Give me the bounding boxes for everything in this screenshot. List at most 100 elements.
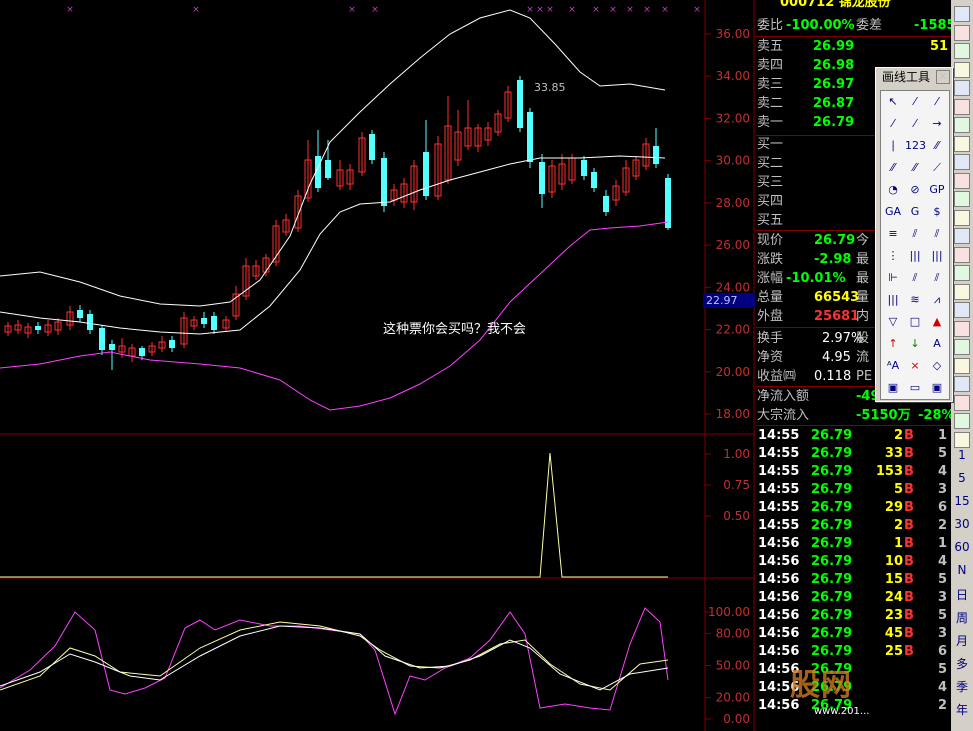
drawing-tool-icon[interactable]: ⁄⁄ bbox=[905, 159, 925, 177]
drawing-tool-icon[interactable]: ⁄ bbox=[883, 115, 903, 133]
drawing-tool-icon[interactable]: × bbox=[905, 357, 925, 375]
ask-label: 卖三 bbox=[757, 77, 784, 92]
drawing-tool-icon[interactable]: ⫽ bbox=[927, 225, 947, 243]
side-tool-icon[interactable] bbox=[954, 117, 970, 133]
drawing-tool-icon[interactable]: ≡ bbox=[883, 225, 903, 243]
drawing-tool-icon[interactable]: ↓ bbox=[905, 335, 925, 353]
period-tab[interactable]: 5 bbox=[951, 471, 973, 485]
side-tool-icon[interactable] bbox=[954, 80, 970, 96]
drawing-tool-icon[interactable]: ⟋ bbox=[927, 159, 947, 177]
drawing-tool-icon[interactable]: ⫽ bbox=[905, 269, 925, 287]
drawing-tool-icon[interactable]: ⫽ bbox=[927, 269, 947, 287]
side-tool-icon[interactable] bbox=[954, 135, 970, 152]
drawing-tool-icon[interactable]: ▣ bbox=[927, 379, 947, 397]
period-tab[interactable]: 月 bbox=[951, 632, 973, 649]
drawing-tool-icon[interactable]: □ bbox=[905, 313, 925, 331]
side-tool-icon[interactable] bbox=[954, 431, 970, 448]
drawing-tool-icon[interactable]: → bbox=[927, 115, 947, 133]
period-tab[interactable]: 周 bbox=[951, 609, 973, 626]
flow-pct: -28% bbox=[918, 408, 951, 423]
tick-flag: B bbox=[904, 428, 914, 443]
tick-price: 26.79 bbox=[811, 536, 853, 551]
period-tab[interactable]: 30 bbox=[951, 517, 973, 531]
side-tool-icon[interactable] bbox=[954, 43, 970, 59]
side-tool-icon[interactable] bbox=[954, 228, 970, 244]
drawing-tool-icon[interactable]: ↑ bbox=[883, 335, 903, 353]
drawing-tool-icon[interactable]: ⁄ bbox=[905, 93, 925, 111]
drawing-tool-icon[interactable]: ||| bbox=[883, 291, 903, 309]
drawing-tool-icon[interactable]: ⫽ bbox=[905, 225, 925, 243]
period-tab[interactable]: 15 bbox=[951, 494, 973, 508]
drawing-tool-icon[interactable]: A bbox=[927, 335, 947, 353]
axis-tick-label: 100.00 bbox=[708, 605, 750, 619]
drawing-tool-icon[interactable]: ⁄ bbox=[927, 93, 947, 111]
period-tab[interactable]: 季 bbox=[951, 678, 973, 695]
kline-chart[interactable]: 36.0034.0032.0030.0028.0026.0024.0022.00… bbox=[0, 0, 755, 731]
ask-row[interactable]: 卖五 26.99 51 bbox=[756, 38, 951, 56]
side-tool-icon[interactable] bbox=[954, 24, 970, 41]
bid-ratio-value: -100.00% bbox=[786, 18, 855, 33]
side-tool-icon[interactable] bbox=[954, 357, 970, 374]
side-tool-icon[interactable] bbox=[954, 283, 970, 300]
period-tab[interactable]: 日 bbox=[951, 586, 973, 603]
side-tool-icon[interactable] bbox=[954, 265, 970, 281]
drawing-tool-icon[interactable]: ⩘ bbox=[927, 291, 947, 309]
side-tool-icon[interactable] bbox=[954, 302, 970, 318]
side-tool-icon[interactable] bbox=[954, 376, 970, 392]
drawing-tool-icon[interactable]: ▲ bbox=[927, 313, 947, 331]
chart-area[interactable]: 36.00 34.00 32.00 30.00 28.00 26.00 24.00 22.00… bbox=[0, 0, 755, 731]
tick-row: 14:56 26.79 24 B 3 bbox=[756, 589, 951, 607]
ask-price: 26.97 bbox=[813, 77, 855, 92]
drawing-tool-icon[interactable]: ⁄⁄ bbox=[883, 159, 903, 177]
side-tool-icon[interactable] bbox=[954, 413, 970, 429]
side-tool-icon[interactable] bbox=[954, 61, 970, 78]
side-tool-icon[interactable] bbox=[954, 339, 970, 355]
stat-value: 25681 bbox=[814, 309, 860, 324]
candle-body bbox=[139, 348, 145, 356]
period-tab[interactable]: 年 bbox=[951, 701, 973, 718]
drawing-tool-icon[interactable]: ⁄ bbox=[905, 115, 925, 133]
side-tool-icon[interactable] bbox=[954, 191, 970, 207]
drawing-tool-icon[interactable]: G bbox=[905, 203, 925, 221]
drawing-toolbox[interactable]: 画线工具 × ↖ ⁄ ⁄ ⁄ ⁄ → ∣ 123 ⁄⁄ ⁄⁄ ⁄⁄ ⟋ ◔ ⊘ GP GA G $ ≡ ⫽ ⫽ ⋮ ||| |… bbox=[875, 67, 953, 402]
drawing-tool-icon[interactable]: GA bbox=[883, 203, 903, 221]
side-tool-icon[interactable] bbox=[954, 172, 970, 189]
stat-label: 总量 bbox=[757, 290, 784, 305]
drawing-tool-icon[interactable]: ◔ bbox=[883, 181, 903, 199]
side-tool-icon[interactable] bbox=[954, 394, 970, 411]
drawing-tool-icon[interactable]: ⊘ bbox=[905, 181, 925, 199]
drawing-tool-icon[interactable]: ⊩ bbox=[883, 269, 903, 287]
side-tool-icon[interactable] bbox=[954, 154, 970, 170]
axis-tick-label: 18.00 bbox=[716, 407, 750, 421]
period-tab[interactable]: N bbox=[951, 563, 973, 577]
side-tool-icon[interactable] bbox=[954, 6, 970, 22]
fin-tail: 股 bbox=[856, 331, 870, 346]
drawing-tool-icon[interactable]: ↖ bbox=[883, 93, 903, 111]
drawing-tool-icon[interactable]: ≋ bbox=[905, 291, 925, 309]
drawing-tool-icon[interactable]: ᴬA bbox=[883, 357, 903, 375]
candle-body bbox=[325, 160, 331, 178]
drawing-tool-icon[interactable]: ⁄⁄ bbox=[927, 137, 947, 155]
drawing-tool-icon[interactable]: ▭ bbox=[905, 379, 925, 397]
drawing-tool-icon[interactable]: ▽ bbox=[883, 313, 903, 331]
drawing-tool-icon[interactable]: $ bbox=[927, 203, 947, 221]
drawing-tool-icon[interactable]: ||| bbox=[927, 247, 947, 265]
drawing-tool-icon[interactable]: ⋮ bbox=[883, 247, 903, 265]
side-tool-icon[interactable] bbox=[954, 246, 970, 263]
drawing-tool-icon[interactable]: ||| bbox=[905, 247, 925, 265]
drawing-tool-icon[interactable]: 123 bbox=[905, 137, 926, 155]
drawing-tool-icon[interactable]: ▣ bbox=[883, 379, 903, 397]
close-icon[interactable]: × bbox=[936, 70, 950, 84]
drawing-tool-icon[interactable]: ◇ bbox=[927, 357, 947, 375]
side-tool-icon[interactable] bbox=[954, 320, 970, 337]
tick-time: 14:55 bbox=[758, 428, 800, 443]
period-tab[interactable]: 1 bbox=[951, 448, 973, 462]
candle-body bbox=[99, 328, 105, 350]
side-tool-icon[interactable] bbox=[954, 98, 970, 115]
period-tab[interactable]: 60 bbox=[951, 540, 973, 554]
drawing-tool-icon[interactable]: ∣ bbox=[883, 137, 903, 155]
period-tab[interactable]: 多 bbox=[951, 655, 973, 672]
side-tool-icon[interactable] bbox=[954, 209, 970, 226]
axis-tick-label: 28.00 bbox=[716, 196, 750, 210]
drawing-tool-icon[interactable]: GP bbox=[927, 181, 947, 199]
